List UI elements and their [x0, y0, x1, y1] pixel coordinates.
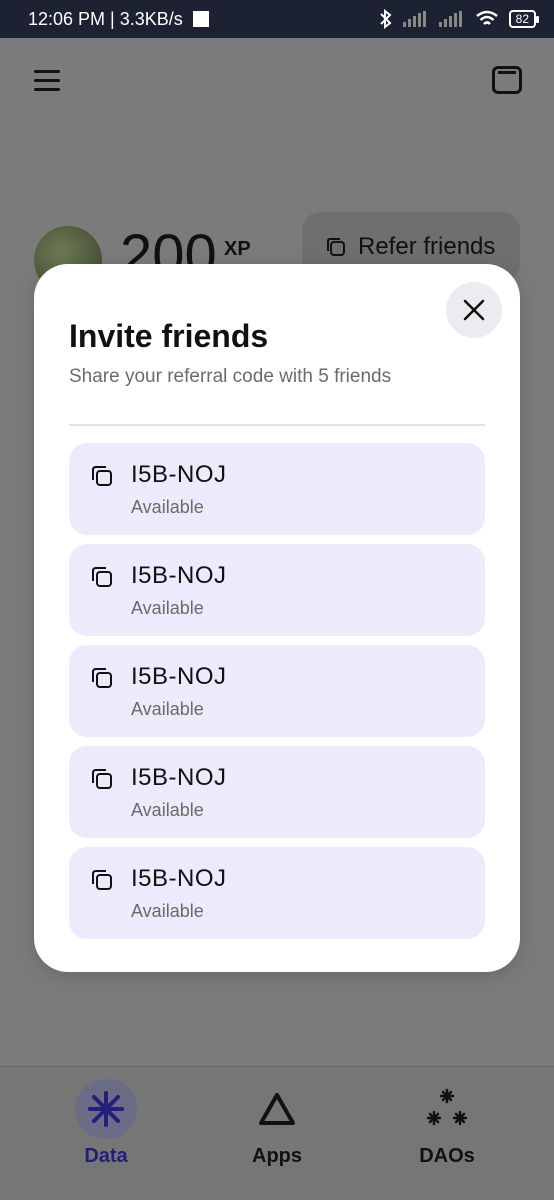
close-button[interactable]: [446, 282, 502, 338]
referral-code-status: Available: [131, 699, 204, 719]
copy-icon[interactable]: [89, 463, 115, 489]
referral-code: I5B-NOJ: [131, 461, 227, 488]
referral-code: I5B-NOJ: [131, 562, 227, 589]
nav-data-label: Data: [84, 1145, 128, 1167]
referral-code-card[interactable]: I5B-NOJ Available: [69, 847, 485, 939]
nav-daos-label: DAOs: [419, 1145, 475, 1167]
status-time: 12:06 PM | 3.3KB/s: [28, 8, 183, 29]
modal-subtitle: Share your referral code with 5 friends: [69, 366, 392, 387]
wallet-icon[interactable]: [492, 66, 522, 94]
copy-icon[interactable]: [89, 564, 115, 590]
referral-code-status: Available: [131, 497, 204, 517]
cluster-icon: [426, 1088, 468, 1126]
referral-code-status: Available: [131, 800, 204, 820]
referral-code-status: Available: [131, 598, 204, 618]
wifi-icon: [475, 10, 498, 25]
invite-friends-modal: Invite friends Share your referral code …: [34, 264, 520, 972]
copy-icon: [327, 238, 345, 256]
signal-icon-2: [438, 11, 462, 27]
copy-icon[interactable]: [89, 766, 115, 792]
referral-code-status: Available: [131, 901, 204, 921]
divider: [69, 424, 485, 426]
referral-code-card[interactable]: I5B-NOJ Available: [69, 544, 485, 636]
nav-daos-icon-wrap: [416, 1079, 478, 1139]
bluetooth-icon: [379, 9, 392, 29]
nav-item-daos[interactable]: DAOs: [387, 1079, 507, 1168]
close-icon: [463, 299, 485, 321]
asterisk-icon: [88, 1091, 124, 1127]
copy-icon[interactable]: [89, 867, 115, 893]
referral-code-card[interactable]: I5B-NOJ Available: [69, 443, 485, 535]
referral-code-list: I5B-NOJ Available I5B-NOJ Available I5B-…: [69, 443, 485, 948]
status-right: 82: [379, 9, 540, 29]
refer-friends-label: Refer friends: [358, 233, 496, 260]
modal-title: Invite friends: [69, 318, 269, 354]
referral-code: I5B-NOJ: [131, 764, 227, 791]
referral-code-card[interactable]: I5B-NOJ Available: [69, 645, 485, 737]
signal-icon: [402, 11, 426, 27]
referral-code: I5B-NOJ: [131, 663, 227, 690]
hamburger-icon[interactable]: [34, 70, 60, 97]
notification-icon: [192, 11, 209, 27]
nav-data-icon-wrap: [75, 1079, 137, 1139]
battery-indicator: 82: [508, 10, 540, 28]
nav-item-data[interactable]: Data: [46, 1079, 166, 1168]
status-left: 12:06 PM | 3.3KB/s: [28, 9, 209, 30]
copy-icon[interactable]: [89, 665, 115, 691]
xp-unit: XP: [224, 238, 251, 260]
nav-item-apps[interactable]: Apps: [217, 1079, 337, 1168]
referral-code: I5B-NOJ: [131, 865, 227, 892]
bottom-nav: Data Apps DAOs: [0, 1066, 554, 1200]
referral-code-card[interactable]: I5B-NOJ Available: [69, 746, 485, 838]
triangle-icon: [259, 1093, 295, 1125]
status-bar: 12:06 PM | 3.3KB/s 82: [0, 0, 554, 38]
nav-apps-icon-wrap: [246, 1079, 308, 1139]
nav-apps-label: Apps: [252, 1145, 302, 1167]
